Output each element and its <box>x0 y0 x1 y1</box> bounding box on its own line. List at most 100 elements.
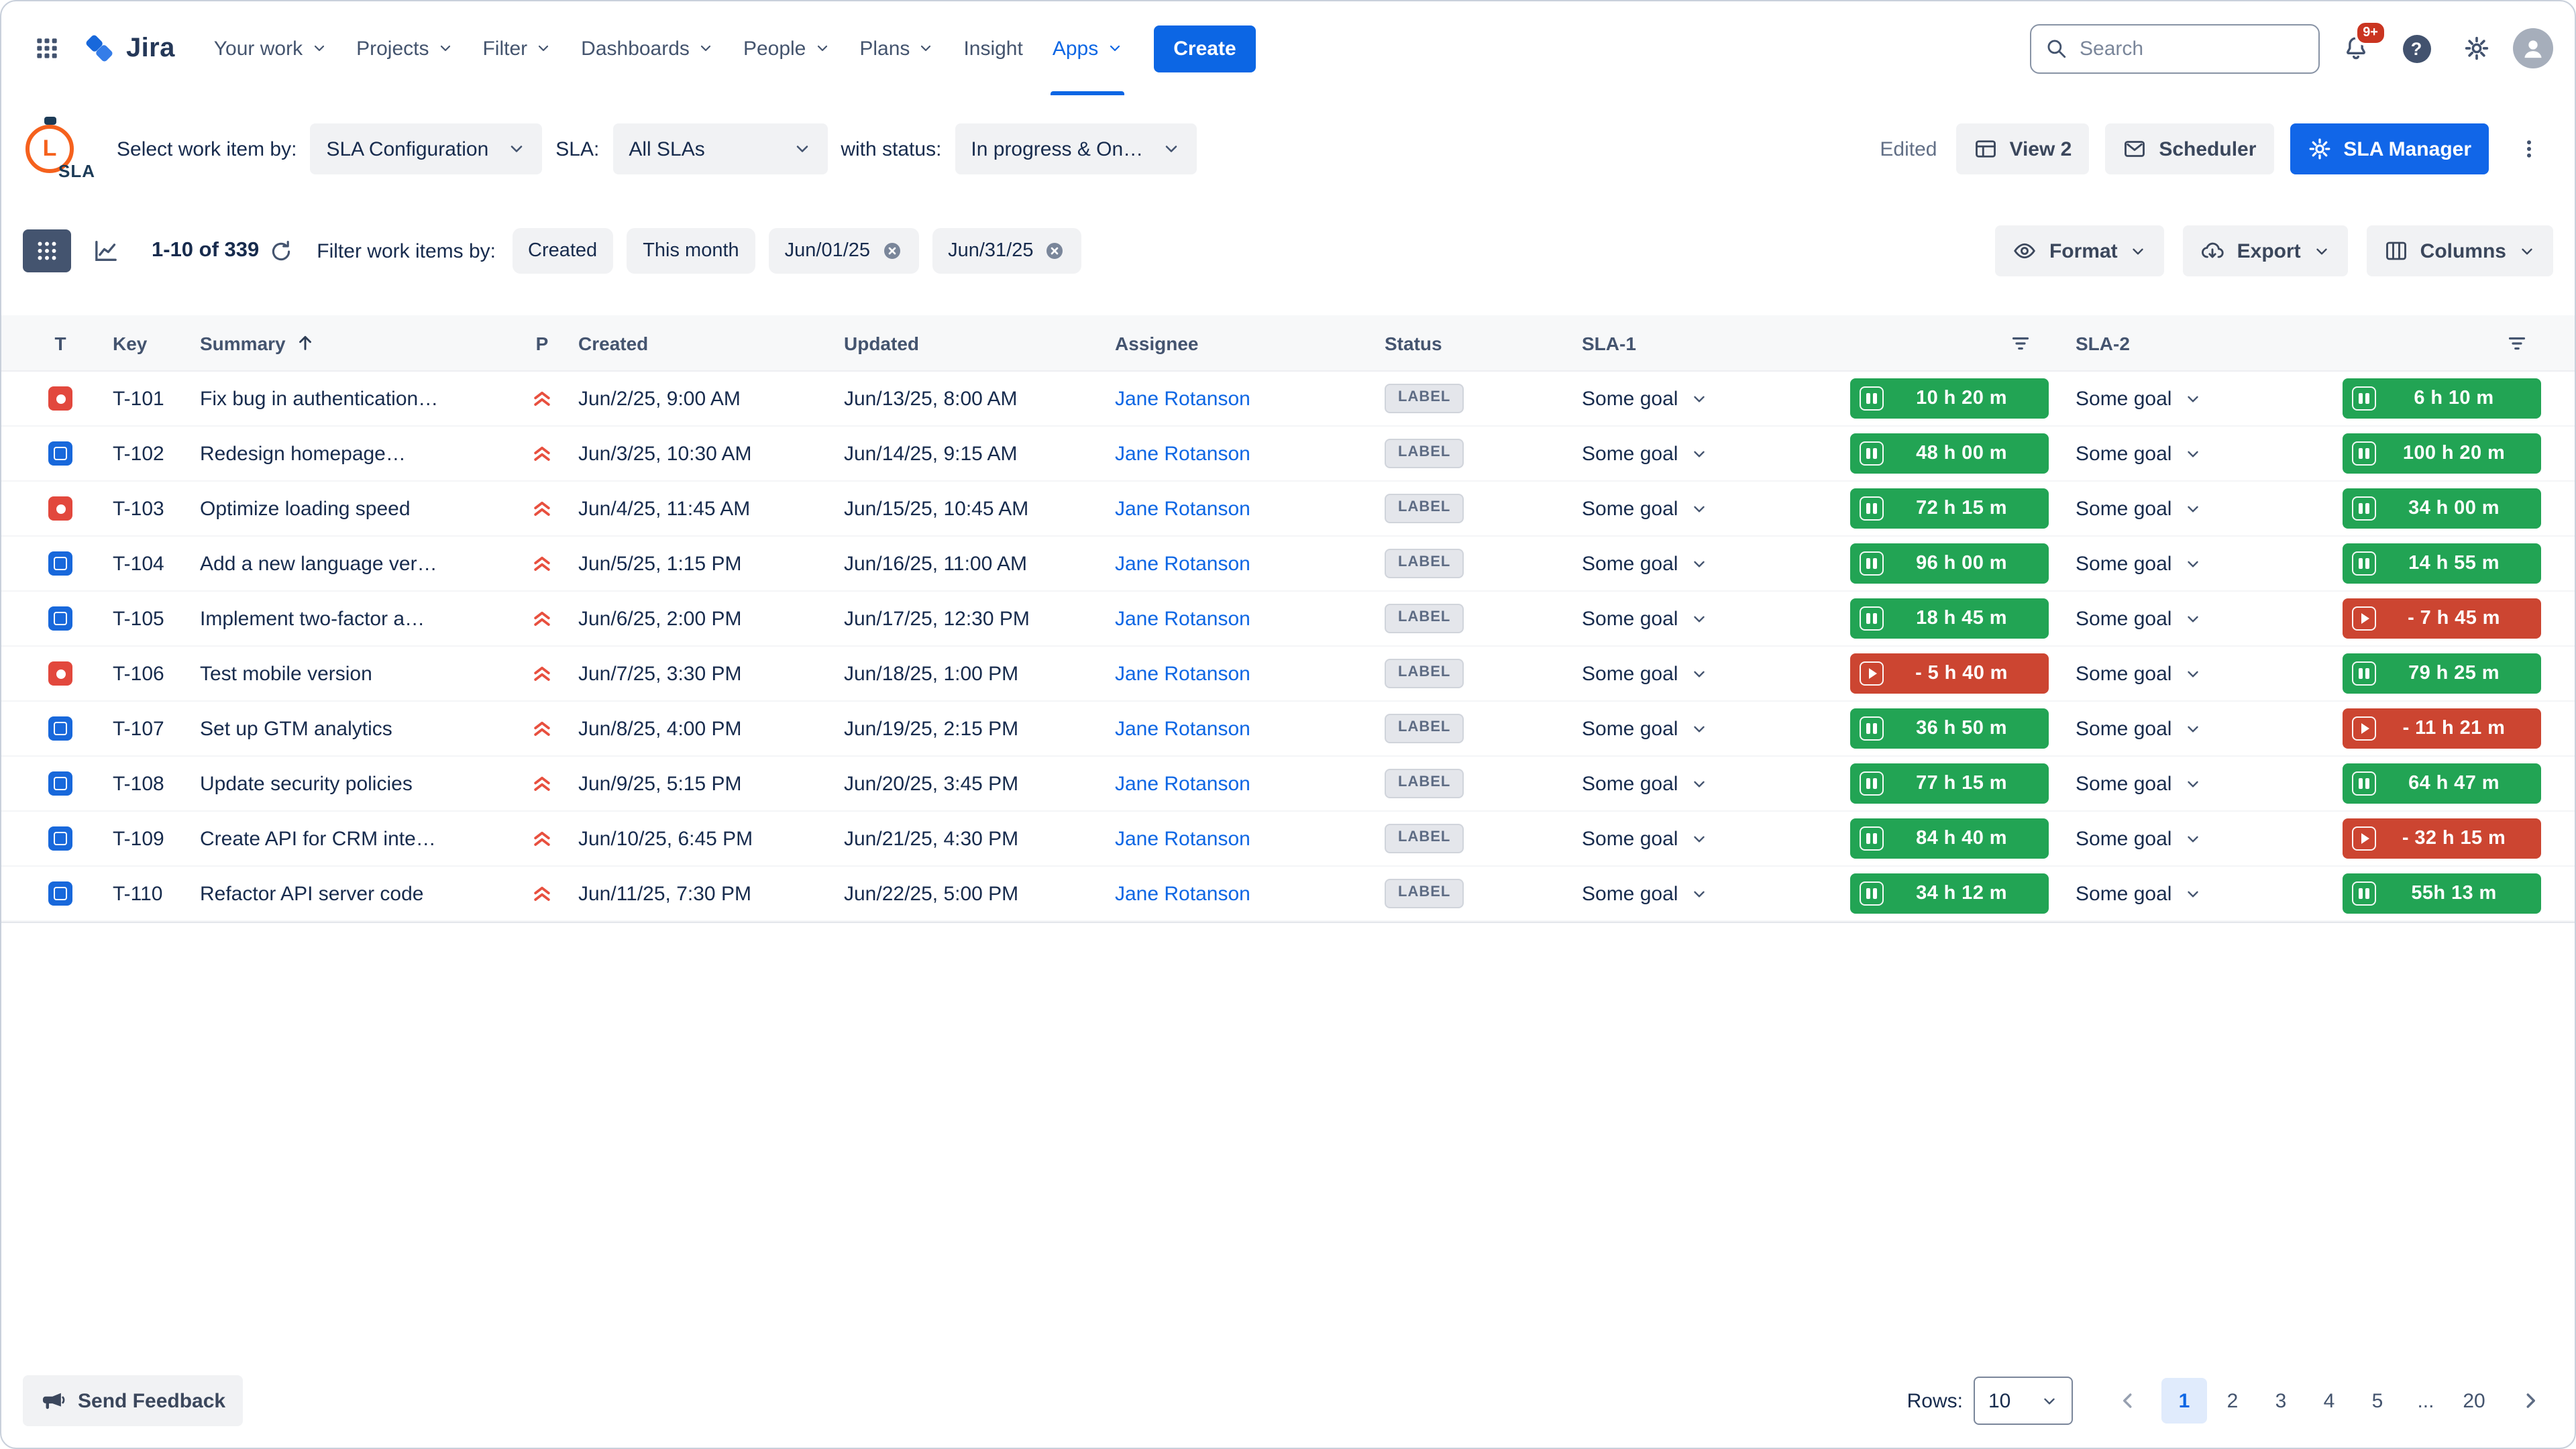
sla2-goal-dropdown[interactable]: Some goal <box>2076 662 2201 685</box>
sla2-goal-dropdown[interactable]: Some goal <box>2076 442 2201 465</box>
chip-close-icon[interactable] <box>881 240 902 262</box>
issue-summary[interactable]: Add a new language ver… <box>178 552 517 575</box>
create-button[interactable]: Create <box>1153 25 1256 72</box>
search-input[interactable] <box>2030 23 2320 73</box>
prev-page-button[interactable] <box>2105 1378 2151 1424</box>
header-status[interactable]: Status <box>1367 332 1563 354</box>
chip-close-icon[interactable] <box>1044 240 1065 262</box>
issue-summary[interactable]: Fix bug in authentication… <box>178 387 517 410</box>
profile-avatar[interactable] <box>2513 28 2553 68</box>
scheduler-button[interactable]: Scheduler <box>2105 123 2273 174</box>
page-button-20[interactable]: 20 <box>2451 1378 2497 1424</box>
sla1-goal-dropdown[interactable]: Some goal <box>1582 662 1707 685</box>
header-priority[interactable]: P <box>517 332 568 354</box>
issue-summary[interactable]: Test mobile version <box>178 662 517 685</box>
sla2-goal-dropdown[interactable]: Some goal <box>2076 607 2201 630</box>
issue-summary[interactable]: Redesign homepage… <box>178 442 517 465</box>
sla1-goal-dropdown[interactable]: Some goal <box>1582 387 1707 410</box>
issue-summary[interactable]: Update security policies <box>178 772 517 795</box>
issue-summary[interactable]: Create API for CRM inte… <box>178 827 517 850</box>
page-button-1[interactable]: 1 <box>2161 1378 2207 1424</box>
search-box[interactable] <box>2030 23 2320 73</box>
chart-view-button[interactable] <box>82 229 130 272</box>
status-dropdown[interactable]: In progress & On… <box>955 123 1197 174</box>
sla1-goal-dropdown[interactable]: Some goal <box>1582 607 1707 630</box>
table-row[interactable]: T-106 Test mobile version Jun/7/25, 3:30… <box>1 647 2575 702</box>
nav-item-projects[interactable]: Projects <box>341 1 468 95</box>
nav-item-your-work[interactable]: Your work <box>199 1 341 95</box>
sla1-filter-button[interactable] <box>2008 331 2033 355</box>
nav-item-filter[interactable]: Filter <box>468 1 566 95</box>
issue-summary[interactable]: Refactor API server code <box>178 882 517 905</box>
format-button[interactable]: Format <box>1996 225 2165 276</box>
filter-chip[interactable]: Jun/31/25 <box>932 228 1081 274</box>
send-feedback-button[interactable]: Send Feedback <box>23 1375 243 1426</box>
next-page-button[interactable] <box>2508 1378 2553 1424</box>
issue-summary[interactable]: Implement two-factor a… <box>178 607 517 630</box>
nav-item-plans[interactable]: Plans <box>845 1 949 95</box>
more-options-button[interactable] <box>2505 125 2553 173</box>
nav-item-dashboards[interactable]: Dashboards <box>566 1 729 95</box>
header-key[interactable]: Key <box>93 332 178 354</box>
sla1-goal-dropdown[interactable]: Some goal <box>1582 882 1707 905</box>
assignee-link[interactable]: Jane Rotanson <box>1115 387 1250 410</box>
table-row[interactable]: T-105 Implement two-factor a… Jun/6/25, … <box>1 592 2575 647</box>
rows-per-page-select[interactable]: 10 <box>1974 1377 2073 1425</box>
columns-button[interactable]: Columns <box>2367 225 2553 276</box>
workitem-dropdown[interactable]: SLA Configuration <box>310 123 542 174</box>
page-button-5[interactable]: 5 <box>2355 1378 2400 1424</box>
filter-chip[interactable]: This month <box>627 228 755 274</box>
sla2-goal-dropdown[interactable]: Some goal <box>2076 497 2201 520</box>
sla1-goal-dropdown[interactable]: Some goal <box>1582 552 1707 575</box>
settings-button[interactable] <box>2453 24 2501 72</box>
header-summary-sort[interactable]: Summary <box>178 332 517 354</box>
assignee-link[interactable]: Jane Rotanson <box>1115 882 1250 905</box>
assignee-link[interactable]: Jane Rotanson <box>1115 442 1250 465</box>
sla2-goal-dropdown[interactable]: Some goal <box>2076 717 2201 740</box>
sla2-goal-dropdown[interactable]: Some goal <box>2076 387 2201 410</box>
help-button[interactable]: ? <box>2392 24 2440 72</box>
grid-view-button[interactable] <box>23 229 71 272</box>
table-row[interactable]: T-102 Redesign homepage… Jun/3/25, 10:30… <box>1 427 2575 482</box>
assignee-link[interactable]: Jane Rotanson <box>1115 607 1250 630</box>
table-row[interactable]: T-109 Create API for CRM inte… Jun/10/25… <box>1 812 2575 867</box>
sla1-goal-dropdown[interactable]: Some goal <box>1582 717 1707 740</box>
jira-logo[interactable]: Jira <box>74 31 183 66</box>
assignee-link[interactable]: Jane Rotanson <box>1115 827 1250 850</box>
nav-item-insight[interactable]: Insight <box>949 1 1037 95</box>
view-button[interactable]: View 2 <box>1956 123 2090 174</box>
sla2-goal-dropdown[interactable]: Some goal <box>2076 772 2201 795</box>
table-row[interactable]: T-101 Fix bug in authentication… Jun/2/2… <box>1 372 2575 427</box>
refresh-button[interactable] <box>270 239 292 262</box>
nav-item-apps[interactable]: Apps <box>1038 1 1137 95</box>
table-row[interactable]: T-107 Set up GTM analytics Jun/8/25, 4:0… <box>1 702 2575 757</box>
issue-summary[interactable]: Optimize loading speed <box>178 497 517 520</box>
sla1-goal-dropdown[interactable]: Some goal <box>1582 772 1707 795</box>
sla2-filter-button[interactable] <box>2505 331 2529 355</box>
table-row[interactable]: T-108 Update security policies Jun/9/25,… <box>1 757 2575 812</box>
nav-item-people[interactable]: People <box>729 1 845 95</box>
assignee-link[interactable]: Jane Rotanson <box>1115 662 1250 685</box>
header-created[interactable]: Created <box>568 332 833 354</box>
page-button-2[interactable]: 2 <box>2210 1378 2255 1424</box>
assignee-link[interactable]: Jane Rotanson <box>1115 497 1250 520</box>
table-row[interactable]: T-103 Optimize loading speed Jun/4/25, 1… <box>1 482 2575 537</box>
filter-chip[interactable]: Jun/01/25 <box>769 228 918 274</box>
sla1-goal-dropdown[interactable]: Some goal <box>1582 442 1707 465</box>
page-button-4[interactable]: 4 <box>2306 1378 2352 1424</box>
sla2-goal-dropdown[interactable]: Some goal <box>2076 552 2201 575</box>
page-button-3[interactable]: 3 <box>2258 1378 2304 1424</box>
header-updated[interactable]: Updated <box>833 332 1099 354</box>
header-assignee[interactable]: Assignee <box>1099 332 1367 354</box>
assignee-link[interactable]: Jane Rotanson <box>1115 772 1250 795</box>
header-type[interactable]: T <box>28 332 93 354</box>
assignee-link[interactable]: Jane Rotanson <box>1115 552 1250 575</box>
sla2-goal-dropdown[interactable]: Some goal <box>2076 882 2201 905</box>
sla1-goal-dropdown[interactable]: Some goal <box>1582 497 1707 520</box>
sla-manager-button[interactable]: SLA Manager <box>2290 123 2489 174</box>
notifications-button[interactable]: 9+ <box>2332 24 2380 72</box>
table-row[interactable]: T-104 Add a new language ver… Jun/5/25, … <box>1 537 2575 592</box>
export-button[interactable]: Export <box>2184 225 2348 276</box>
sla1-goal-dropdown[interactable]: Some goal <box>1582 827 1707 850</box>
app-switcher-button[interactable] <box>23 24 71 72</box>
